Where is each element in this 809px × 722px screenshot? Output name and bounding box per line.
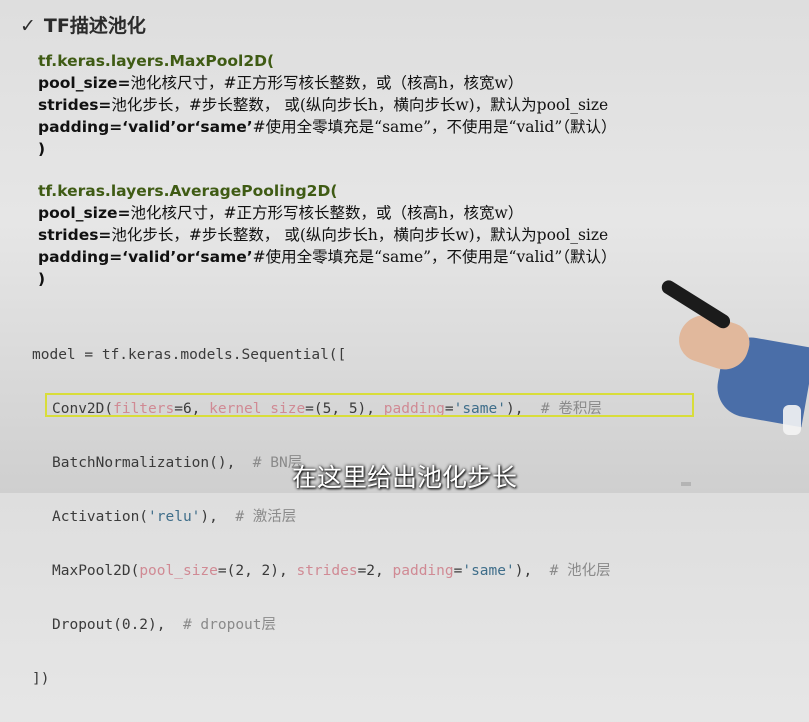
- param-keyword: pool_size=: [38, 204, 131, 222]
- slide: ✓ TF描述池化 tf.keras.layers.MaxPool2D( pool_…: [0, 0, 809, 687]
- param-keyword: padding=‘valid’or‘same’: [38, 248, 253, 266]
- avgpool-pool-size-line: pool_size=池化核尺寸，#正方形写核长整数，或（核高h，核宽w）: [38, 202, 617, 224]
- code-line-close: ]): [32, 671, 50, 687]
- param-comment: 池化步长，#步长整数， 或(纵向步长h，横向步长w)，默认为pool_size: [111, 226, 609, 244]
- param-keyword: pool_size=: [38, 74, 131, 92]
- code-comment: # dropout层: [182, 617, 277, 633]
- code-token: =: [453, 563, 463, 579]
- code-line-maxpool: MaxPool2D(pool_size=(2, 2), strides=2, p…: [32, 560, 611, 582]
- maxpool-close-paren: ): [38, 140, 46, 158]
- code-token: ),: [514, 563, 550, 579]
- code-line-activation: Activation('relu'), # 激活层: [32, 506, 611, 528]
- slide-title-text: TF描述池化: [43, 15, 146, 37]
- param-keyword: strides=: [38, 96, 112, 114]
- code-param: strides: [296, 563, 358, 579]
- checkmark-icon: ✓: [20, 15, 36, 37]
- code-comment: # 池化层: [549, 563, 611, 579]
- code-token: Activation(: [52, 509, 149, 525]
- maxpool-head: tf.keras.layers.MaxPool2D(: [38, 52, 275, 70]
- code-line-model: model = tf.keras.models.Sequential([: [32, 347, 347, 363]
- code-string: 'relu': [148, 509, 201, 525]
- code-token: =2,: [357, 563, 393, 579]
- code-string: 'same': [462, 563, 515, 579]
- video-subtitle: 在这里给出池化步长: [291, 463, 517, 492]
- maxpool-pool-size-line: pool_size=池化核尺寸，#正方形写核长整数，或（核高h，核宽w）: [38, 72, 617, 94]
- maxpool-strides-line: strides=池化步长，#步长整数， 或(纵向步长h，横向步长w)，默认为po…: [38, 94, 617, 116]
- maxpool-highlight-box: [45, 393, 694, 417]
- code-param: padding: [392, 563, 454, 579]
- param-comment: 池化核尺寸，#正方形写核长整数，或（核高h，核宽w）: [130, 74, 524, 92]
- code-comment: # 激活层: [235, 509, 297, 525]
- param-keyword: strides=: [38, 226, 112, 244]
- param-comment: 池化核尺寸，#正方形写核长整数，或（核高h，核宽w）: [130, 204, 524, 222]
- code-token: =(2, 2),: [217, 563, 297, 579]
- code-line-dropout: Dropout(0.2), # dropout层: [32, 614, 611, 636]
- watermark-icon: [783, 405, 801, 435]
- slide-title: ✓ TF描述池化: [20, 11, 146, 38]
- avgpool-close-paren: ): [38, 270, 46, 288]
- maxpool-description: tf.keras.layers.MaxPool2D( pool_size=池化核…: [38, 50, 617, 160]
- averagepooling-head: tf.keras.layers.AveragePooling2D(: [38, 182, 338, 200]
- maxpool-padding-line: padding=‘valid’or‘same’#使用全零填充是“same”，不使…: [38, 116, 617, 138]
- averagepooling-description: tf.keras.layers.AveragePooling2D( pool_s…: [38, 180, 617, 290]
- avgpool-strides-line: strides=池化步长，#步长整数， 或(纵向步长h，横向步长w)，默认为po…: [38, 224, 617, 246]
- param-comment: #使用全零填充是“same”，不使用是“valid”（默认）: [252, 118, 617, 136]
- avgpool-padding-line: padding=‘valid’or‘same’#使用全零填充是“same”，不使…: [38, 246, 617, 268]
- code-param: pool_size: [139, 563, 218, 579]
- code-token: MaxPool2D(: [52, 563, 140, 579]
- param-comment: 池化步长，#步长整数， 或(纵向步长h，横向步长w)，默认为pool_size: [111, 96, 609, 114]
- code-token: ),: [200, 509, 236, 525]
- code-token: Dropout(0.2),: [52, 617, 183, 633]
- code-sample: model = tf.keras.models.Sequential([ Con…: [32, 312, 611, 722]
- param-comment: #使用全零填充是“same”，不使用是“valid”（默认）: [252, 248, 617, 266]
- param-keyword: padding=‘valid’or‘same’: [38, 118, 253, 136]
